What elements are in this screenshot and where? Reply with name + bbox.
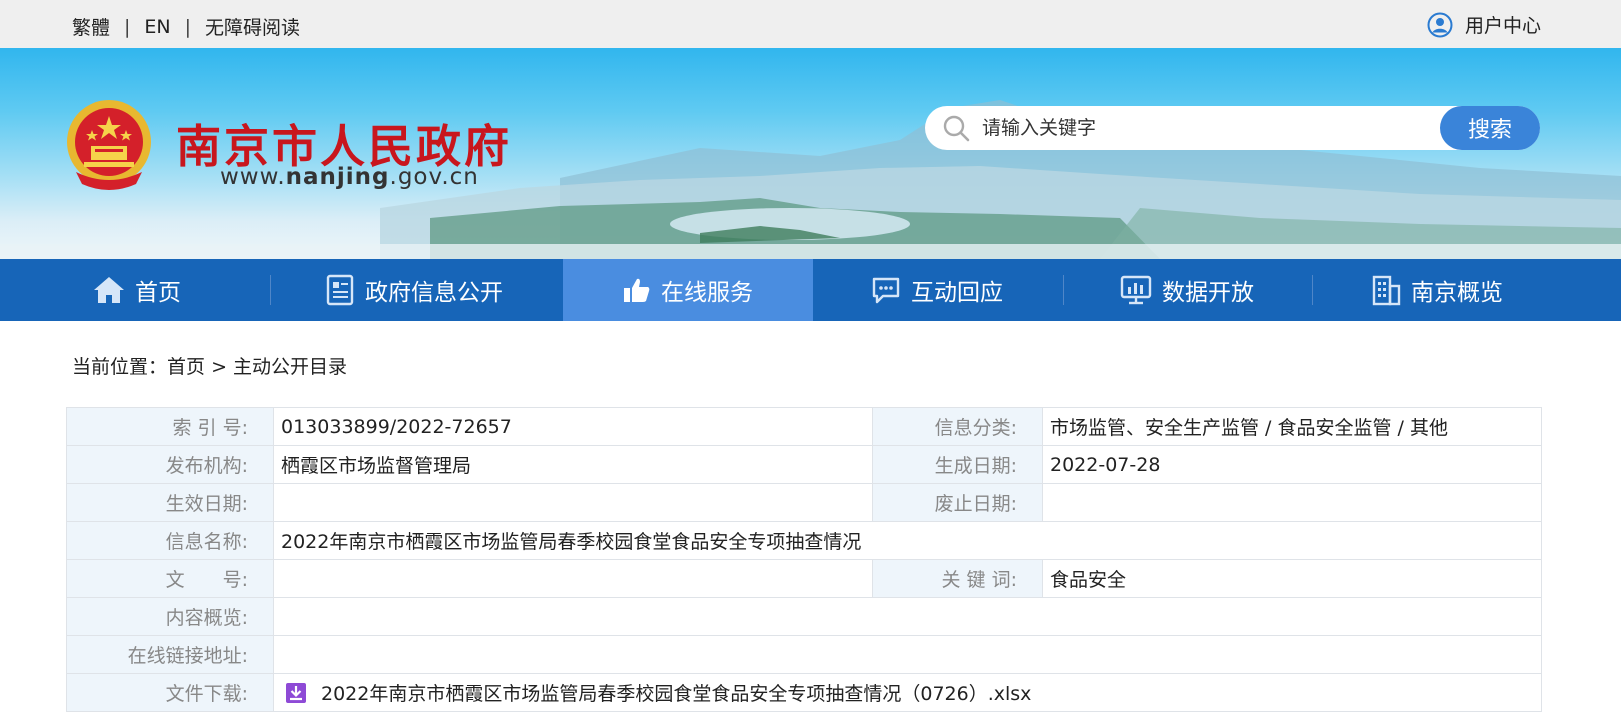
table-row: 发布机构: 栖霞区市场监督管理局 生成日期: 2022-07-28 bbox=[66, 445, 1542, 484]
table-row: 信息名称: 2022年南京市栖霞区市场监管局春季校园食堂食品安全专项抽查情况 bbox=[66, 521, 1542, 560]
english-link[interactable]: EN bbox=[144, 16, 170, 38]
nav-item-home[interactable]: 首页 bbox=[12, 259, 262, 321]
building-icon bbox=[1372, 275, 1401, 306]
info-name-value: 2022年南京市栖霞区市场监管局春季校园食堂食品安全专项抽查情况 bbox=[273, 521, 1542, 560]
breadcrumb-home-link[interactable]: 首页 bbox=[167, 356, 205, 378]
summary-label: 内容概览: bbox=[66, 597, 274, 636]
nav-item-gov-info[interactable]: 政府信息公开 bbox=[289, 259, 539, 321]
table-row: 文 号: 关 键 词: 食品安全 bbox=[66, 559, 1542, 598]
file-download-label: 文件下载: bbox=[66, 673, 274, 712]
file-download-link[interactable]: 2022年南京市栖霞区市场监管局春季校园食堂食品安全专项抽查情况（0726）.x… bbox=[321, 679, 1031, 706]
accessibility-link[interactable]: 无障碍阅读 bbox=[205, 13, 300, 40]
top-links: 繁體 | EN | 无障碍阅读 bbox=[72, 13, 300, 40]
separator: | bbox=[184, 15, 192, 38]
breadcrumb-current: 主动公开目录 bbox=[233, 356, 348, 378]
search-button[interactable]: 搜索 bbox=[1440, 106, 1540, 150]
header-banner: 南京市人民政府 www.nanjing.gov.cn 搜索 bbox=[0, 48, 1621, 259]
document-icon bbox=[326, 274, 354, 306]
table-row: 生效日期: 废止日期: bbox=[66, 483, 1542, 522]
expired-date-value bbox=[1042, 483, 1542, 522]
index-number-label: 索 引 号: bbox=[66, 407, 274, 446]
home-icon bbox=[94, 277, 124, 303]
search-box: 搜索 bbox=[925, 106, 1540, 150]
effective-date-label: 生效日期: bbox=[66, 483, 274, 522]
search-icon bbox=[943, 115, 970, 142]
online-link-label: 在线链接地址: bbox=[66, 635, 274, 674]
thumbs-up-icon bbox=[624, 278, 650, 302]
table-row: 索 引 号: 013033899/2022-72657 信息分类: 市场监管、安… bbox=[66, 407, 1542, 446]
download-icon[interactable] bbox=[285, 682, 307, 704]
user-center-label: 用户中心 bbox=[1464, 15, 1541, 37]
top-bar: 繁體 | EN | 无障碍阅读 用户中心 bbox=[0, 0, 1621, 48]
file-download-cell: 2022年南京市栖霞区市场监管局春季校园食堂食品安全专项抽查情况（0726）.x… bbox=[273, 673, 1542, 712]
info-table: 索 引 号: 013033899/2022-72657 信息分类: 市场监管、安… bbox=[66, 407, 1542, 712]
site-url: www.nanjing.gov.cn bbox=[220, 164, 479, 190]
nav-item-online-service[interactable]: 在线服务 bbox=[563, 259, 813, 321]
keywords-label: 关 键 词: bbox=[872, 559, 1043, 598]
created-date-value: 2022-07-28 bbox=[1042, 445, 1542, 484]
document-number-label: 文 号: bbox=[66, 559, 274, 598]
summary-value bbox=[273, 597, 1542, 636]
chat-icon bbox=[872, 277, 900, 304]
table-row: 文件下载: 2022年南京市栖霞区市场监管局春季校园食堂食品安全专项抽查情况（0… bbox=[66, 673, 1542, 712]
effective-date-value bbox=[273, 483, 873, 522]
chart-icon bbox=[1120, 275, 1152, 305]
expired-date-label: 废止日期: bbox=[872, 483, 1043, 522]
category-label: 信息分类: bbox=[872, 407, 1043, 446]
online-link-value bbox=[273, 635, 1542, 674]
index-number-value: 013033899/2022-72657 bbox=[273, 407, 873, 446]
nav-item-open-data[interactable]: 数据开放 bbox=[1062, 259, 1312, 321]
nav-item-interaction[interactable]: 互动回应 bbox=[812, 259, 1062, 321]
document-number-value bbox=[273, 559, 873, 598]
table-row: 在线链接地址: bbox=[66, 635, 1542, 674]
table-row: 内容概览: bbox=[66, 597, 1542, 636]
main-nav: 首页 政府信息公开 在线服务 互动回应 数据开放 南京概览 bbox=[0, 259, 1621, 321]
traditional-chinese-link[interactable]: 繁體 bbox=[72, 13, 110, 40]
publisher-label: 发布机构: bbox=[66, 445, 274, 484]
created-date-label: 生成日期: bbox=[872, 445, 1043, 484]
nav-item-nanjing-overview[interactable]: 南京概览 bbox=[1312, 259, 1562, 321]
national-emblem-logo bbox=[67, 100, 151, 190]
user-center-link[interactable]: 用户中心 bbox=[1427, 11, 1541, 38]
user-icon bbox=[1427, 12, 1453, 37]
keywords-value: 食品安全 bbox=[1042, 559, 1542, 598]
publisher-value: 栖霞区市场监督管理局 bbox=[273, 445, 873, 484]
separator: | bbox=[124, 15, 131, 38]
category-value: 市场监管、安全生产监管 / 食品安全监管 / 其他 bbox=[1042, 407, 1542, 446]
info-name-label: 信息名称: bbox=[66, 521, 274, 560]
search-input[interactable] bbox=[982, 114, 1402, 142]
breadcrumb: 当前位置：首页 > 主动公开目录 bbox=[72, 356, 348, 378]
